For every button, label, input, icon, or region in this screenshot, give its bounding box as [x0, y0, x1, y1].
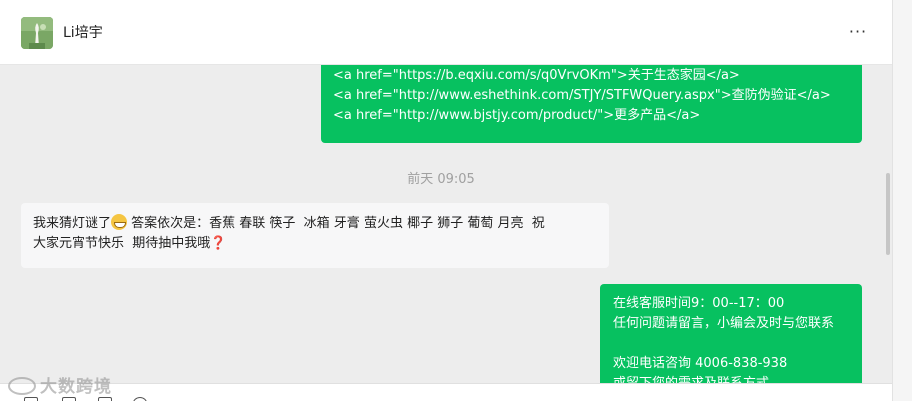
message-list-scrollbar[interactable]	[886, 173, 890, 255]
watermark: 大数跨境	[8, 372, 112, 397]
chat-history-icon[interactable]	[133, 397, 147, 401]
message-text: 答案依次是：香蕉 春联 筷子 冰箱 牙膏 萤火虫 椰子 狮子 葡萄 月亮 祝	[127, 216, 545, 231]
message-line: 在线客服时间9：00--17：00	[613, 296, 785, 311]
message-incoming-riddle[interactable]: 我来猜灯谜了 答案依次是：香蕉 春联 筷子 冰箱 牙膏 萤火虫 椰子 狮子 葡萄…	[21, 203, 609, 268]
message-line: 我来猜灯谜了 答案依次是：香蕉 春联 筷子 冰箱 牙膏 萤火虫 椰子 狮子 葡萄…	[33, 214, 597, 234]
emoji-icon[interactable]	[24, 397, 38, 401]
screenshot-icon[interactable]	[98, 397, 112, 401]
more-options-button[interactable]: ···	[848, 20, 868, 44]
watermark-text: 大数跨境	[40, 377, 112, 397]
message-line: 任何问题请留言，小编会及时与您联系	[613, 316, 835, 331]
message-line: 欢迎电话咨询 4006-838-938	[613, 356, 788, 371]
file-icon[interactable]	[62, 397, 76, 401]
grin-emoji-icon	[111, 214, 128, 230]
avatar[interactable]	[21, 17, 53, 49]
input-toolbar	[0, 383, 892, 401]
chat-window: Li培宇 ··· <a href="https://b.eqxiu.com/s/…	[0, 0, 893, 401]
message-text: 我来猜灯谜了	[33, 216, 112, 231]
message-list: <a href="https://b.eqxiu.com/s/q0VrvOKm"…	[0, 65, 892, 383]
message-outgoing-service-info[interactable]: 在线客服时间9：00--17：00 任何问题请留言，小编会及时与您联系 欢迎电话…	[600, 284, 862, 383]
watermark-logo-icon	[8, 377, 36, 395]
message-outgoing-links[interactable]: <a href="https://b.eqxiu.com/s/q0VrvOKm"…	[321, 65, 862, 143]
avatar-image	[21, 17, 53, 49]
message-line	[613, 334, 850, 354]
time-separator: 前天 09:05	[407, 172, 475, 187]
message-line: 或留下您的需求及联系方式	[613, 374, 850, 383]
message-text: 大家元宵节快乐 期待抽中我哦	[33, 236, 211, 251]
message-line: 大家元宵节快乐 期待抽中我哦❓	[33, 234, 597, 254]
message-line: <a href="http://www.bjstjy.com/product/"…	[333, 108, 701, 123]
message-line: <a href="https://b.eqxiu.com/s/q0VrvOKm"…	[333, 68, 740, 83]
contact-name: Li培宇	[63, 25, 103, 41]
question-mark-emoji-icon: ❓	[210, 236, 227, 251]
message-line: <a href="http://www.eshethink.com/STJY/S…	[333, 88, 831, 103]
chat-header: Li培宇 ···	[0, 0, 892, 65]
